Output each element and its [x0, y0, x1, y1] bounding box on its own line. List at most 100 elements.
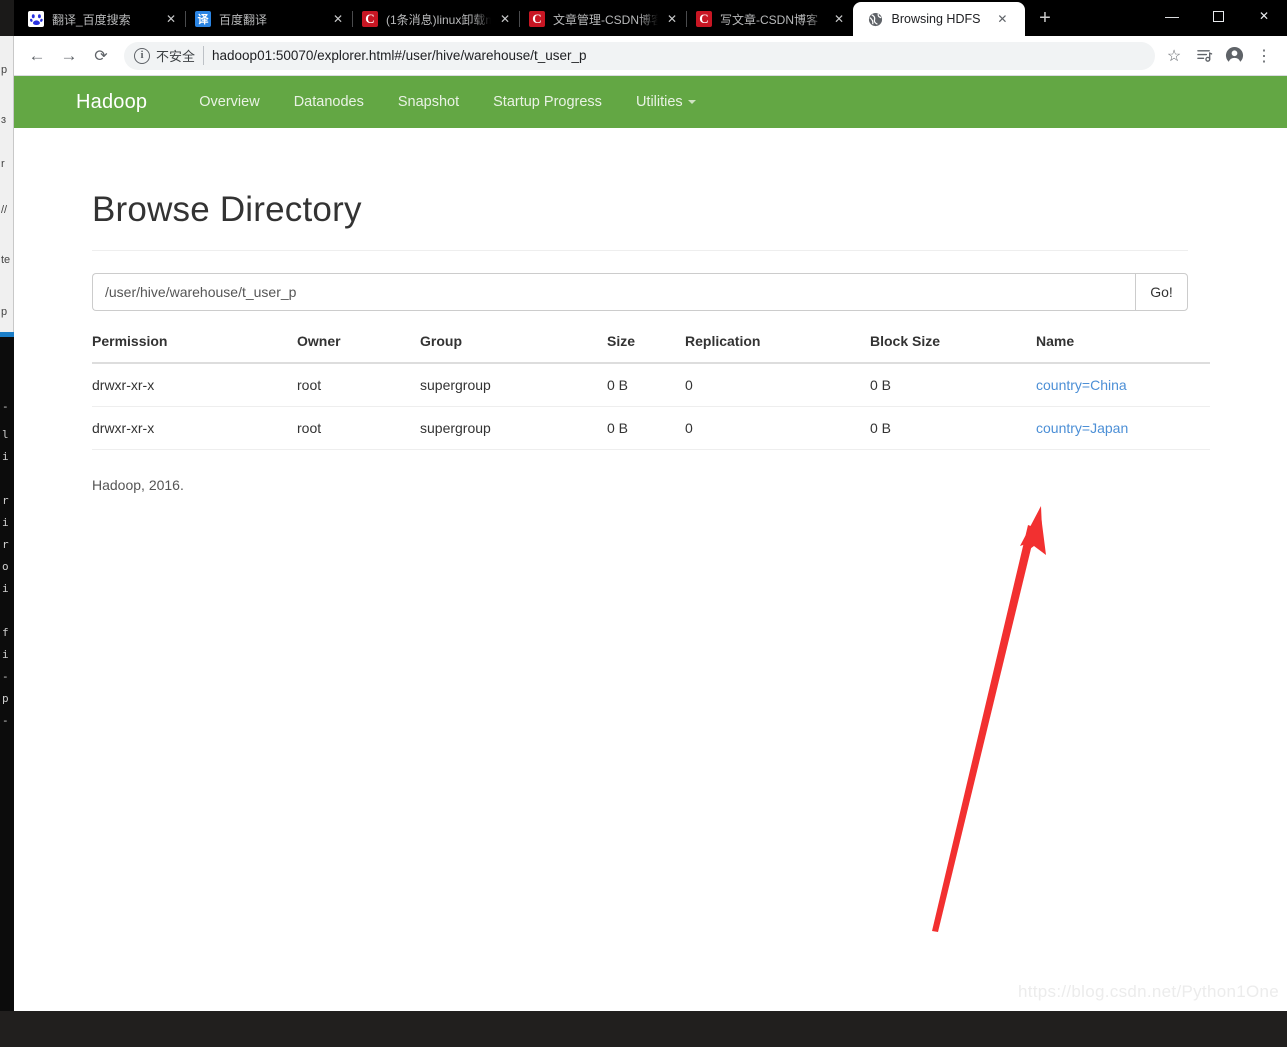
- info-circle-icon[interactable]: i: [134, 47, 150, 64]
- bg-fragment: ɜ: [1, 114, 7, 126]
- title-divider: [92, 250, 1188, 251]
- terminal-fragment: i: [2, 648, 9, 661]
- taskbar: [0, 1011, 1287, 1047]
- chevron-down-icon: [687, 100, 696, 105]
- tab-separator: [686, 11, 687, 27]
- table-body: drwxr-xr-x root supergroup 0 B 0 0 B cou…: [92, 363, 1210, 450]
- cell-replication: 0: [685, 406, 870, 450]
- background-browser-sliver: p ɜ r // te p: [0, 36, 14, 336]
- baidu-translate-icon: 译: [195, 11, 211, 27]
- nav-label: Startup Progress: [493, 94, 602, 110]
- terminal-fragment: -: [2, 714, 9, 727]
- terminal-fragment: o: [2, 560, 9, 573]
- tab-title: 写文章-CSDN博客: [720, 12, 818, 27]
- terminal-fragment: -: [2, 670, 9, 683]
- directory-path-input[interactable]: [92, 273, 1135, 311]
- tab-close-icon[interactable]: ✕: [664, 11, 680, 27]
- tab-title: 文章管理-CSDN博客: [553, 12, 658, 27]
- bookmark-star-icon[interactable]: ☆: [1159, 41, 1189, 71]
- table-header: Permission Owner Group Size Replication …: [92, 333, 1210, 364]
- tab-csdn-linux-article[interactable]: C (1条消息)linux卸载m ✕: [352, 2, 519, 36]
- nav-item-startup-progress[interactable]: Startup Progress: [493, 94, 602, 110]
- cell-permission: drwxr-xr-x: [92, 406, 297, 450]
- tab-baidu-search[interactable]: 翻译_百度搜索 ✕: [18, 2, 185, 36]
- nav-label: Snapshot: [397, 94, 460, 110]
- table-header-row: Permission Owner Group Size Replication …: [92, 333, 1210, 364]
- terminal-fragment: l: [2, 428, 9, 441]
- terminal-fragment: f: [2, 626, 9, 639]
- hadoop-brand[interactable]: Hadoop: [76, 91, 147, 114]
- media-list-icon[interactable]: [1189, 41, 1219, 71]
- column-header-block-size[interactable]: Block Size: [870, 333, 1036, 364]
- tab-title: 百度翻译: [219, 12, 268, 27]
- tab-separator: [352, 11, 353, 27]
- background-selection-bar: [0, 332, 14, 337]
- reload-button[interactable]: ⟳: [86, 41, 116, 71]
- go-button[interactable]: Go!: [1135, 273, 1188, 311]
- minimize-button[interactable]: —: [1149, 0, 1195, 32]
- column-header-permission[interactable]: Permission: [92, 333, 297, 364]
- cell-replication: 0: [685, 363, 870, 407]
- back-button[interactable]: ←: [22, 41, 52, 71]
- directory-link-country-japan[interactable]: country=Japan: [1036, 420, 1128, 436]
- nav-item-datanodes[interactable]: Datanodes: [294, 94, 364, 110]
- column-header-group[interactable]: Group: [420, 333, 607, 364]
- bg-fragment: //: [1, 204, 8, 216]
- page-viewport: Hadoop Overview Datanodes Snapshot Start…: [14, 76, 1287, 1011]
- profile-avatar-icon[interactable]: [1219, 41, 1249, 71]
- tab-csdn-write-article[interactable]: C 写文章-CSDN博客 ✕: [686, 2, 853, 36]
- background-window-sliver[interactable]: p ɜ r // te p - l i r i r o i f i - p -: [0, 36, 14, 1011]
- column-header-owner[interactable]: Owner: [297, 333, 420, 364]
- terminal-fragment: r: [2, 538, 9, 551]
- csdn-icon: C: [696, 11, 712, 27]
- desktop-background: p ɜ r // te p - l i r i r o i f i - p -: [0, 0, 1287, 1047]
- watermark-text: https://blog.csdn.net/Python1One: [1018, 982, 1279, 1001]
- address-bar[interactable]: i 不安全 hadoop01:50070/explorer.html#/user…: [124, 41, 1155, 70]
- tab-close-icon[interactable]: ✕: [497, 11, 513, 27]
- tab-browsing-hdfs[interactable]: Browsing HDFS ✕: [853, 2, 1025, 36]
- table-row: drwxr-xr-x root supergroup 0 B 0 0 B cou…: [92, 363, 1210, 407]
- terminal-fragment: p: [2, 692, 9, 705]
- page-footer: Hadoop, 2016.: [92, 477, 184, 493]
- bg-fragment: te: [1, 254, 11, 266]
- table-row: drwxr-xr-x root supergroup 0 B 0 0 B cou…: [92, 406, 1210, 450]
- nav-item-overview[interactable]: Overview: [199, 94, 259, 110]
- column-header-name[interactable]: Name: [1036, 333, 1210, 364]
- browser-menu-icon[interactable]: ⋮: [1249, 41, 1279, 71]
- security-status-label: 不安全: [156, 46, 205, 65]
- terminal-fragment: i: [2, 582, 9, 595]
- nav-label: Overview: [199, 94, 260, 110]
- tab-separator: [519, 11, 520, 27]
- tab-strip: 翻译_百度搜索 ✕ 译 百度翻译 ✕ C (1条消息)linux卸载m ✕ C …: [14, 0, 1287, 36]
- maximize-icon: [1212, 10, 1224, 22]
- column-header-replication[interactable]: Replication: [685, 333, 870, 364]
- address-bar-url: hadoop01:50070/explorer.html#/user/hive/…: [212, 48, 587, 63]
- tab-close-icon[interactable]: ✕: [831, 11, 847, 27]
- maximize-button[interactable]: [1195, 0, 1241, 32]
- nav-item-snapshot[interactable]: Snapshot: [398, 94, 459, 110]
- tab-close-icon[interactable]: ✕: [163, 11, 179, 27]
- forward-button[interactable]: →: [54, 41, 84, 71]
- window-controls: — ✕: [1149, 0, 1287, 36]
- directory-link-country-china[interactable]: country=China: [1036, 377, 1127, 393]
- close-button[interactable]: ✕: [1241, 0, 1287, 32]
- tab-csdn-article-manage[interactable]: C 文章管理-CSDN博客 ✕: [519, 2, 686, 36]
- nav-item-utilities[interactable]: Utilities: [636, 94, 696, 110]
- column-header-size[interactable]: Size: [607, 333, 685, 364]
- tab-title: 翻译_百度搜索: [52, 12, 131, 27]
- tab-close-icon[interactable]: ✕: [330, 11, 346, 27]
- tab-title: Browsing HDFS: [891, 12, 981, 26]
- cell-block-size: 0 B: [870, 363, 1036, 407]
- terminal-fragment: i: [2, 516, 9, 529]
- hdfs-globe-icon: [868, 11, 884, 27]
- new-tab-button[interactable]: +: [1031, 5, 1059, 33]
- tab-close-icon[interactable]: ✕: [994, 11, 1010, 27]
- nav-label: Utilities: [635, 94, 683, 110]
- cell-size: 0 B: [607, 363, 685, 407]
- nav-label: Datanodes: [293, 94, 364, 110]
- page-title: Browse Directory: [92, 190, 362, 229]
- tab-baidu-translate[interactable]: 译 百度翻译 ✕: [185, 2, 352, 36]
- cell-size: 0 B: [607, 406, 685, 450]
- terminal-fragment: -: [2, 400, 9, 413]
- tab-title: (1条消息)linux卸载m: [386, 12, 491, 27]
